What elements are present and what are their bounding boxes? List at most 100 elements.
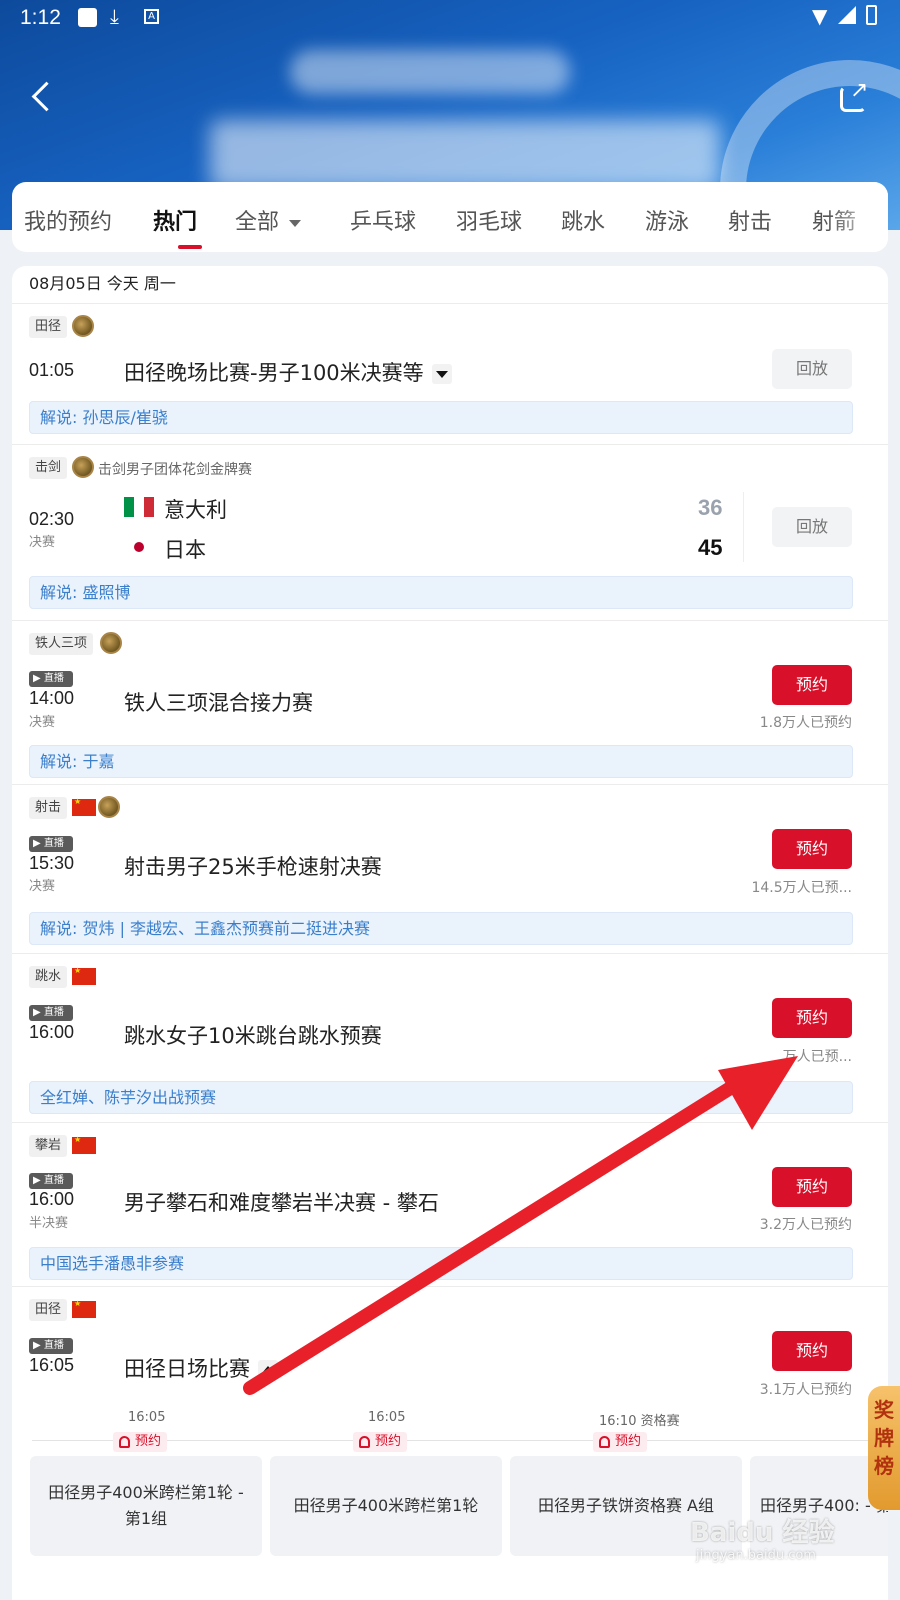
sub-event-card[interactable]: 田径男子400米跨栏第1轮 - 第1组 [30,1456,262,1556]
expand-icon[interactable] [431,364,452,384]
event-time: 14:00 [29,688,75,708]
sub-event-time: 16:05 [128,1410,166,1425]
live-badge: ▶ 直播 [29,1005,73,1021]
tab-diving[interactable]: 跳水 [561,204,605,236]
collapse-icon[interactable] [258,1360,278,1380]
tab-all-label: 全部 [235,210,280,235]
event-title-text: 田径晚场比赛-男子100米决赛等 [124,361,424,385]
tabs-fade [828,182,888,252]
category-tabs: 我的预约 热门 全部 乒乓球 羽毛球 跳水 游泳 射击 射箭 [12,182,888,252]
tab-shooting[interactable]: 射击 [728,204,772,236]
medal-icon [72,456,94,478]
event-time: 15:30 [29,853,75,873]
tab-swimming[interactable]: 游泳 [645,204,689,236]
event-stage: 决赛 [29,879,56,894]
medal-icon [100,632,122,654]
japan-flag-icon [124,537,154,557]
event-time: 02:30 [29,509,75,529]
status-bar: 1:12 ⤓ A ▼ [0,0,900,36]
tab-all[interactable]: 全部 [235,204,302,236]
sport-tag: 攀岩 [29,1135,68,1157]
event-time: 16:05 [29,1355,75,1375]
sport-tag: 田径 [29,1299,68,1321]
status-time: 1:12 [20,6,61,29]
book-button[interactable]: 预约 [772,829,852,869]
event-card[interactable]: 跳水 ▶ 直播 16:00 跳水女子10米跳台跳水预赛 预约 万人已预... 全… [12,954,888,1122]
commentary-bar[interactable]: 解说: 贺炜 | 李越宏、王鑫杰预赛前二挺进决赛 [29,912,853,945]
booking-count: 3.1万人已预约 [759,1382,852,1398]
booking-count: 3.2万人已预约 [759,1217,852,1233]
live-label: 直播 [43,1175,64,1186]
live-label: 直播 [43,1007,64,1018]
wifi-icon: ▼ [812,4,828,28]
event-card[interactable]: 射击 ▶ 直播 15:30 决赛 射击男子25米手枪速射决赛 预约 14.5万人… [12,785,888,953]
share-button[interactable]: ↗ [838,80,872,114]
app-notification-icon: A [144,9,159,24]
sub-event-strip: 16:05 预约 田径男子400米跨栏第1轮 - 第1组 16:05 预约 田径… [12,1410,888,1600]
medal-table-tab[interactable]: 奖牌榜 [868,1386,900,1510]
book-button[interactable]: 预约 [772,998,852,1038]
commentary-bar[interactable]: 全红婵、陈芋汐出战预赛 [29,1081,853,1114]
event-card[interactable]: 田径 ▶ 直播 16:05 田径日场比赛 预约 3.1万人已预约 [12,1287,888,1410]
booking-count: 万人已预... [782,1049,852,1065]
share-arrow-icon: ↗ [850,78,869,103]
back-button[interactable] [28,78,58,114]
sub-book-button[interactable]: 预约 [593,1432,648,1452]
sub-book-label: 预约 [375,1434,402,1449]
event-card[interactable]: 攀岩 ▶ 直播 16:00 半决赛 男子攀石和难度攀岩半决赛 - 攀石 预约 3… [12,1123,888,1286]
tab-hot[interactable]: 热门 [153,204,197,236]
event-stage: 决赛 [29,715,56,730]
banner-title-blurred [210,120,720,190]
watermark-logo: Baidu 经验 [690,1518,835,1548]
event-title: 田径晚场比赛-男子100米决赛等 [124,357,452,387]
medal-icon [72,315,94,337]
live-label: 直播 [43,838,64,849]
book-button[interactable]: 预约 [772,1331,852,1371]
live-badge: ▶ 直播 [29,1338,73,1354]
event-time: 16:00 [29,1189,75,1209]
event-card[interactable]: 铁人三项 ▶ 直播 14:00 决赛 铁人三项混合接力赛 预约 1.8万人已预约… [12,621,888,784]
sport-tag: 射击 [29,797,68,819]
sport-tag: 跳水 [29,966,68,988]
commentary-bar[interactable]: 解说: 孙思辰/崔骁 [29,401,853,434]
tab-table-tennis[interactable]: 乒乓球 [350,204,416,236]
event-title: 铁人三项混合接力赛 [124,691,313,715]
sub-event-card[interactable]: 田径男子400米跨栏第1轮 [270,1456,502,1556]
china-flag-icon [72,1135,96,1154]
sport-tag: 铁人三项 [29,633,94,655]
replay-button[interactable]: 回放 [772,507,852,547]
commentary-bar[interactable]: 中国选手潘愚非参赛 [29,1247,853,1280]
schedule-list: 08月05日 今天 周一 田径 01:05 田径晚场比赛-男子100米决赛等 回… [12,266,888,1600]
sub-book-label: 预约 [135,1434,162,1449]
bell-icon [119,1436,130,1448]
live-label: 直播 [43,673,64,684]
event-title: 男子攀石和难度攀岩半决赛 - 攀石 [124,1191,439,1215]
china-flag-icon [72,797,96,816]
book-button[interactable]: 预约 [772,665,852,705]
tab-my-bookings[interactable]: 我的预约 [24,204,112,236]
live-badge: ▶ 直播 [29,1173,73,1189]
commentary-bar[interactable]: 解说: 盛照博 [29,576,853,609]
active-tab-indicator [178,245,202,249]
replay-button[interactable]: 回放 [772,349,852,389]
event-stage: 决赛 [29,535,56,550]
event-time: 01:05 [29,360,75,380]
event-subtitle: 击剑男子团体花剑金牌赛 [98,462,252,478]
event-time: 16:00 [29,1022,75,1042]
tab-badminton[interactable]: 羽毛球 [456,204,522,236]
sport-tag: 田径 [29,316,68,338]
battery-icon [866,5,877,25]
banner-logo-blurred [290,50,570,94]
commentary-bar[interactable]: 解说: 于嘉 [29,745,853,778]
live-label: 直播 [43,1340,64,1351]
notification-icon [78,8,97,27]
sub-book-button[interactable]: 预约 [113,1432,168,1452]
event-card[interactable]: 田径 01:05 田径晚场比赛-男子100米决赛等 回放 解说: 孙思辰/崔骁 [12,304,888,444]
sub-book-label: 预约 [615,1434,642,1449]
event-title: 跳水女子10米跳台跳水预赛 [124,1024,382,1048]
download-icon: ⤓ [110,4,119,28]
team-name: 意大利 [164,498,227,522]
book-button[interactable]: 预约 [772,1167,852,1207]
sub-book-button[interactable]: 预约 [353,1432,408,1452]
event-card[interactable]: 击剑 击剑男子团体花剑金牌赛 02:30 决赛 意大利 36 日本 45 回放 … [12,445,888,620]
